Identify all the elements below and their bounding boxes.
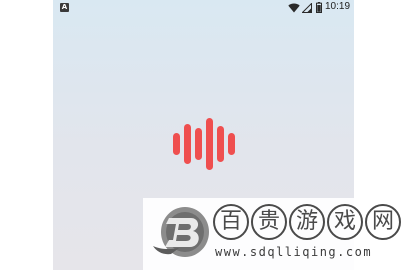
signal-icon [302,3,312,13]
watermark-title-char: 网 [365,204,401,240]
battery-icon [316,2,322,13]
watermark-title-char: 百 [213,204,249,240]
watermark-title-char: 贵 [251,204,287,240]
status-bar: A 10:19 [53,0,354,14]
watermark-title-char: 戏 [327,204,363,240]
wifi-icon [288,3,300,13]
watermark-title-char: 游 [289,204,325,240]
b-letter-logo-icon [153,207,209,257]
notification-icon: A [60,3,69,12]
status-time: 10:19 [325,1,351,12]
screenshot-frame: A 10:19 百 贵 游 戏 网 www.sdqlliqing.com [0,0,407,270]
watermark-title: 百 贵 游 戏 网 [213,204,401,240]
watermark-url: www.sdqlliqing.com [215,245,373,259]
audio-waveform-icon [173,118,235,170]
watermark: 百 贵 游 戏 网 www.sdqlliqing.com [143,198,407,270]
